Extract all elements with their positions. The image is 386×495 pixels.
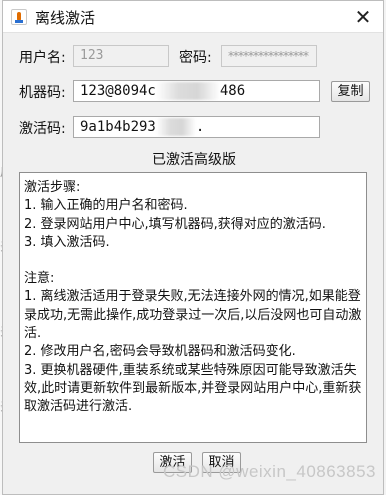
machine-code-value: 123@8094c bbox=[80, 83, 156, 99]
instruction-line: 1. 离线激活适用于登录失败,无法连接外网的情况,如果能登录成功,无需此操作,成… bbox=[24, 289, 362, 342]
activation-code-value: 9a1b4b293 bbox=[80, 119, 156, 135]
instruction-line: 2. 修改用户名,密码会导致机器码和激活码变化. bbox=[24, 344, 296, 360]
close-button[interactable]: ✕ bbox=[349, 3, 377, 31]
instruction-line: 激活步骤: bbox=[24, 180, 81, 195]
username-field[interactable]: 123 bbox=[73, 45, 169, 67]
instructions-textarea[interactable]: 激活步骤: 1. 输入正确的用户名和密码. 2. 登录网站用户中心,填写机器码,… bbox=[19, 172, 367, 443]
redaction-blur bbox=[155, 82, 220, 100]
window-title: 离线激活 bbox=[35, 9, 96, 27]
instruction-line: 注意: bbox=[24, 271, 55, 287]
csdn-watermark: CSDN @weixin_40863853 bbox=[163, 462, 376, 481]
offline-activation-dialog: 离线激活 ✕ 用户名: 123 密码: **************** 机器码… bbox=[2, 0, 384, 495]
redaction-blur bbox=[155, 118, 196, 136]
activation-code-label: 激活码: bbox=[19, 121, 66, 137]
instruction-line: 3. 更换机器硬件,重装系统或某些特殊原因可能导致激活失效,此时请更新软件到最新… bbox=[24, 362, 362, 415]
title-bar[interactable]: 离线激活 ✕ bbox=[3, 1, 383, 33]
username-label: 用户名: bbox=[19, 50, 66, 66]
machine-code-label: 机器码: bbox=[19, 85, 66, 101]
activation-code-value-end: . bbox=[195, 119, 205, 135]
machine-code-value-end: 486 bbox=[219, 83, 246, 99]
java-app-icon bbox=[11, 9, 27, 25]
activation-code-field[interactable]: 9a1b4b293. bbox=[73, 116, 320, 138]
password-label: 密码: bbox=[179, 50, 212, 66]
instruction-line: 3. 填入激活码. bbox=[24, 234, 110, 250]
activation-status: 已激活高级版 bbox=[152, 152, 236, 168]
instruction-line: 2. 登录网站用户中心,填写机器码,获得对应的激活码. bbox=[24, 216, 326, 232]
copy-button[interactable]: 复制 bbox=[331, 81, 370, 102]
instruction-line: 1. 输入正确的用户名和密码. bbox=[24, 198, 188, 214]
machine-code-field[interactable]: 123@8094c 486 bbox=[73, 80, 320, 102]
password-field[interactable]: **************** bbox=[221, 45, 317, 67]
